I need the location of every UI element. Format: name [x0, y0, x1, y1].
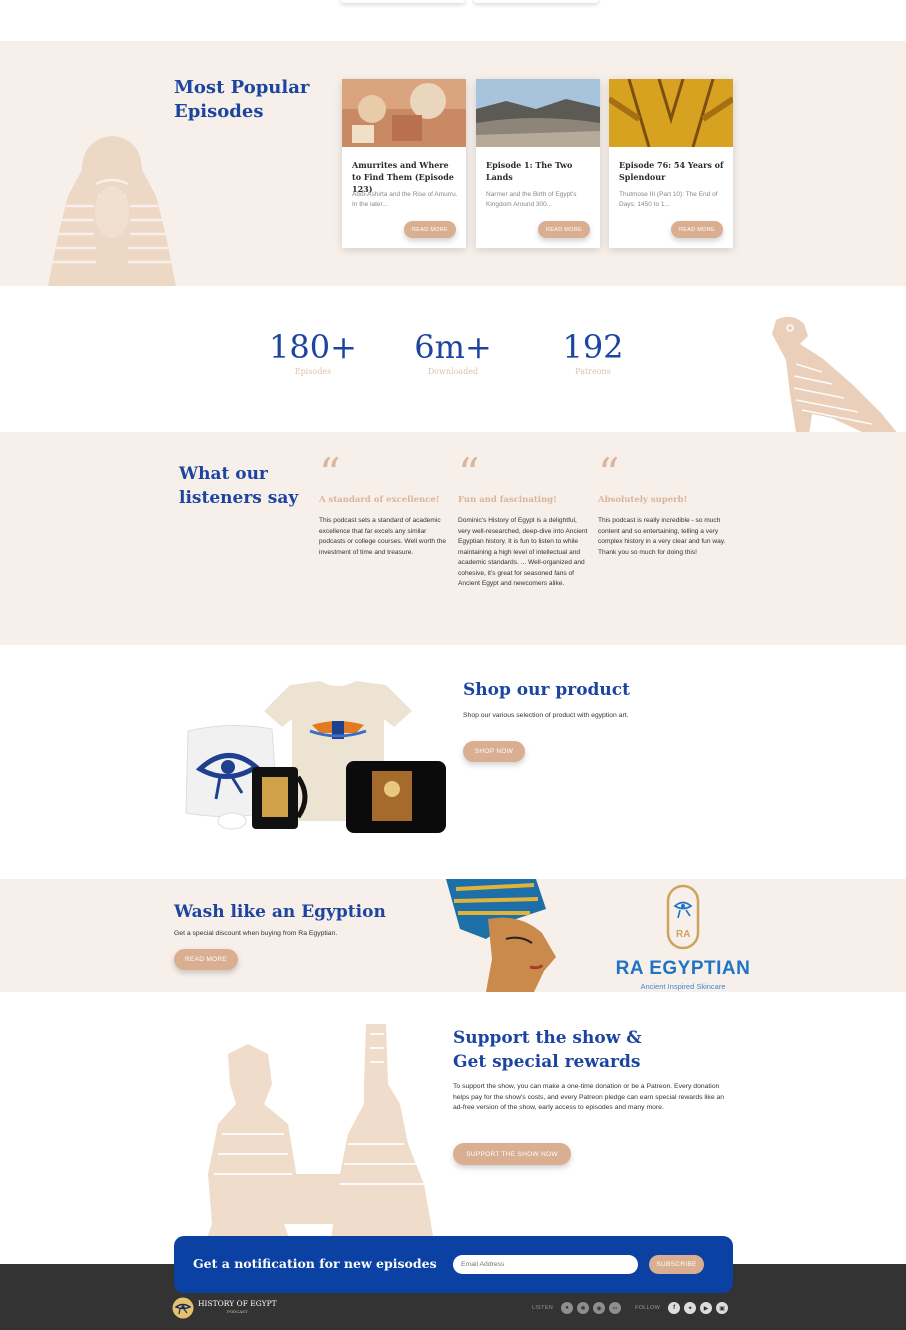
apple-podcasts-icon[interactable]: ◉ [593, 1302, 606, 1314]
nefertiti-illustration [446, 879, 556, 992]
rss-icon[interactable]: ∾ [609, 1302, 622, 1314]
support-section: Support the show & Get special rewards T… [0, 992, 906, 1264]
stats-section: 180+ Episodes 6m+ Downloaded 192 Patreon… [0, 286, 906, 432]
testimonials-section: What our listeners say “ A standard of e… [0, 432, 906, 645]
episode-title[interactable]: Episode 76: 54 Years of Splendour [619, 159, 725, 183]
section-title: Wash like an Egyption [174, 902, 386, 922]
testimonial-heading: A standard of excellence! [319, 495, 440, 505]
testimonial-body: This podcast sets a standard of academic… [319, 517, 447, 556]
section-title: Shop our product [463, 680, 630, 700]
read-more-button[interactable]: READ MORE [174, 949, 238, 970]
episode-card[interactable]: Episode 76: 54 Years of Splendour Thutmo… [607, 78, 735, 248]
shop-section: Shop our product Shop our various select… [0, 645, 906, 879]
section-subtitle: Get a special discount when buying from … [174, 930, 338, 937]
title-line: Get special rewards [453, 1052, 641, 1072]
episode-description: Abdi-Ashirta and the Rise of Amurru. In … [352, 191, 458, 208]
testimonial-heading: Fun and fascinating! [458, 495, 557, 505]
brand-name: RA EGYPTIAN [615, 958, 751, 979]
read-more-button[interactable]: READ MORE [538, 221, 590, 238]
stat-label: Episodes [294, 367, 332, 376]
testimonial-card: “ Fun and fascinating! Dominic's History… [458, 449, 590, 590]
stat-patreons: 192 Patreons [533, 330, 653, 376]
episode-card[interactable]: Amurrites and Where to Find Them (Episod… [342, 79, 466, 248]
testimonial-heading: Absolutely superb! [598, 495, 688, 505]
episode-thumbnail [607, 78, 735, 148]
section-body: To support the show, you can make a one-… [453, 1083, 725, 1111]
shop-now-button[interactable]: SHOP NOW [463, 741, 525, 762]
email-input[interactable] [453, 1255, 638, 1274]
testimonial-card: “ A standard of excellence! This podcast… [319, 449, 451, 558]
card-bottom-edge [474, 0, 598, 3]
google-podcasts-icon[interactable]: ✱ [577, 1302, 590, 1314]
read-more-button[interactable]: READ MORE [404, 221, 456, 238]
popular-episodes-section: Most Popular Episodes Amurrites and Wher… [0, 41, 906, 286]
stat-value: 180+ [269, 328, 357, 366]
pharaoh-couple-illustration [198, 1024, 438, 1264]
footer-links: LISTEN ● ✱ ◉ ∾ FOLLOW f ✦ ▶ ▣ [532, 1302, 729, 1314]
episode-description: Thutmose III (Part 10): The End of Days:… [619, 191, 718, 208]
eye-of-horus-logo-icon [172, 1297, 194, 1319]
quote-icon: “ [319, 449, 341, 498]
twitter-icon[interactable]: ✦ [684, 1302, 697, 1314]
card-bottom-edge [341, 0, 465, 3]
spotify-icon[interactable]: ● [561, 1302, 574, 1314]
footer-logo-text: HISTORY OF EGYPT PODCAST [198, 1300, 277, 1316]
ra-egyptian-logo [666, 884, 700, 950]
support-show-button[interactable]: SUPPORT THE SHOW NOW [453, 1143, 571, 1165]
facebook-icon[interactable]: f [668, 1302, 681, 1314]
wash-promo-section: Wash like an Egyption Get a special disc… [0, 879, 906, 992]
instagram-icon[interactable]: ▣ [716, 1302, 729, 1314]
subscribe-button[interactable]: SUBSCRIBE [649, 1255, 704, 1274]
section-title: Most Popular Episodes [174, 77, 310, 122]
merchandise-product-image [185, 681, 446, 833]
testimonial-body: This podcast is really incredible - so m… [598, 517, 726, 556]
testimonial-body: Dominic's History of Egypt is a delightf… [458, 517, 588, 587]
title-line: Support the show & [453, 1028, 642, 1048]
ra-egyptian-brand: RA RA EGYPTIAN Ancient Inspired Skincare [605, 884, 761, 991]
section-subtitle: Shop our various selection of product wi… [463, 712, 629, 719]
stat-label: Downloaded [427, 367, 479, 376]
footer-logo[interactable]: HISTORY OF EGYPT PODCAST [172, 1297, 277, 1319]
section-title: What our listeners say [179, 464, 299, 508]
episode-description: Narmer and the Birth of Egypt's Kingdom … [486, 191, 577, 208]
episode-card[interactable]: Episode 1: The Two Lands Narmer and the … [476, 79, 600, 248]
previous-section-remnant [0, 0, 906, 41]
episode-title[interactable]: Episode 1: The Two Lands [486, 159, 592, 183]
stat-value: 192 [562, 328, 624, 366]
stat-label: Patreons [575, 367, 611, 376]
testimonial-card: “ Absolutely superb! This podcast is rea… [598, 449, 730, 558]
episode-thumbnail [342, 79, 466, 147]
quote-icon: “ [598, 449, 620, 498]
listen-label: LISTEN [532, 1305, 554, 1311]
stat-downloaded: 6m+ Downloaded [393, 330, 513, 376]
episode-thumbnail [476, 79, 600, 147]
logo-subtitle: PODCAST [227, 1309, 248, 1314]
newsletter-title: Get a notification for new episodes [193, 1256, 437, 1271]
falcon-illustration [772, 316, 897, 432]
stat-episodes: 180+ Episodes [253, 330, 373, 376]
logo-title: HISTORY OF EGYPT [198, 1299, 277, 1308]
quote-icon: “ [458, 449, 480, 498]
ra-logo-letters: RA [676, 929, 691, 940]
youtube-icon[interactable]: ▶ [700, 1302, 713, 1314]
newsletter-banner: Get a notification for new episodes SUBS… [174, 1236, 733, 1293]
brand-tagline: Ancient Inspired Skincare [640, 982, 726, 991]
section-title: Support the show & Get special rewards [453, 1026, 653, 1074]
pharaoh-mask-illustration [48, 136, 176, 286]
follow-label: FOLLOW [635, 1305, 661, 1311]
stat-value: 6m+ [414, 328, 492, 366]
read-more-button[interactable]: READ MORE [671, 221, 723, 238]
